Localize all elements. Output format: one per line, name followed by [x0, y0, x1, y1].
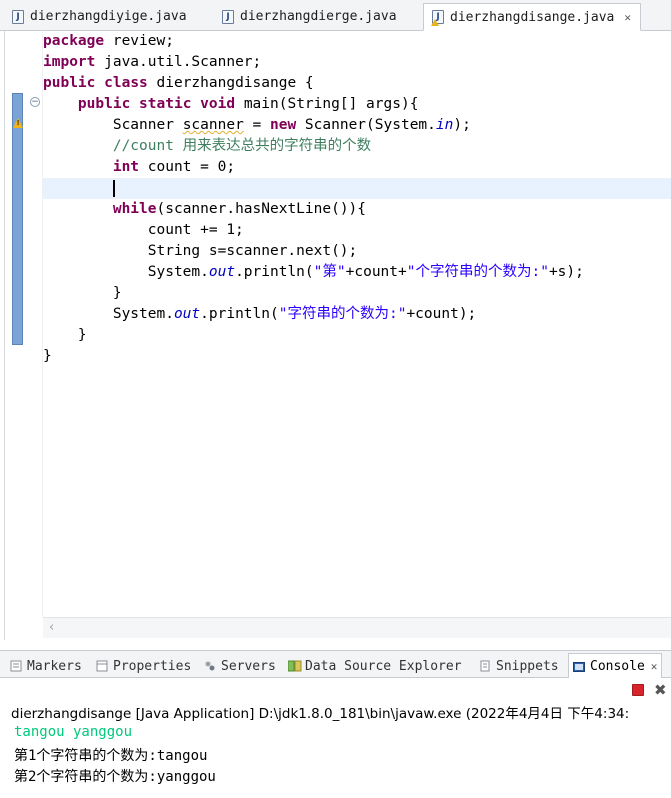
code-line-11: String s=scanner.next(); [43, 243, 358, 259]
views-tab-bar: Markers Properties Servers Data Source E… [0, 650, 671, 679]
code-line-9: while(scanner.hasNextLine()){ [112, 201, 367, 217]
code-line-10: count += 1; [43, 222, 244, 238]
tab-console-label: Console [590, 659, 645, 674]
warning-marker-icon[interactable] [13, 118, 23, 128]
code-line-3: public class dierzhangdisange { [43, 75, 314, 91]
horizontal-scrollbar[interactable]: ‹ [43, 617, 671, 638]
tab-label: dierzhangdiyige.java [30, 9, 187, 24]
properties-icon [96, 660, 108, 672]
code-line-1: package review; [43, 33, 174, 49]
close-icon[interactable]: ✕ [651, 660, 658, 673]
tab-markers[interactable]: Markers [10, 655, 82, 677]
tab-dierzhangdiyige[interactable]: J dierzhangdiyige.java [4, 3, 187, 30]
code-text[interactable]: package review; import java.util.Scanner… [43, 31, 671, 617]
tab-servers-label: Servers [221, 658, 276, 674]
tab-dierzhangdierge[interactable]: J dierzhangdierge.java [214, 3, 397, 30]
editor-tab-bar: J dierzhangdiyige.java J dierzhangdierge… [0, 0, 671, 31]
tab-snippets[interactable]: Snippets [479, 655, 559, 677]
console-launch-header: dierzhangdisange [Java Application] D:\j… [11, 706, 630, 722]
code-line-6: //count 用来表达总共的字符串的个数 [112, 138, 372, 154]
console-icon [573, 661, 585, 673]
code-line-2: import java.util.Scanner; [43, 54, 262, 70]
tab-console[interactable]: Console ✕ [568, 653, 663, 679]
console-panel[interactable]: ✖ dierzhangdisange [Java Application] D:… [0, 678, 671, 798]
tab-properties[interactable]: Properties [96, 655, 191, 677]
tab-markers-label: Markers [27, 658, 82, 674]
tab-snippets-label: Snippets [496, 658, 559, 674]
data-source-icon [287, 660, 302, 672]
terminate-button[interactable] [632, 684, 644, 696]
unused-resource-warning: scanner [182, 117, 244, 133]
java-file-warning-icon: J [431, 10, 444, 26]
code-line-14: System.out.println("字符串的个数为:"+count); [112, 306, 477, 322]
tab-data-source-label: Data Source Explorer [305, 658, 462, 674]
code-line-13: } [43, 285, 122, 301]
markers-icon [10, 660, 22, 672]
tab-dierzhangdisange[interactable]: J dierzhangdisange.java ✕ [423, 3, 641, 31]
code-line-12: System.out.println("第"+count+"个字符串的个数为:"… [147, 264, 584, 280]
console-output-line: 第1个字符串的个数为:tangou [14, 748, 208, 764]
code-line-15: } [43, 327, 87, 343]
snippets-icon [479, 660, 491, 672]
fold-collapse-icon[interactable]: − [30, 97, 40, 107]
tab-label: dierzhangdierge.java [240, 9, 397, 24]
code-line-4: public static void main(String[] args){ [77, 96, 419, 112]
code-line-8-current [43, 178, 671, 199]
scroll-left-icon[interactable]: ‹ [49, 620, 54, 635]
console-input-line: tangou yanggou [14, 724, 133, 740]
tab-label: dierzhangdisange.java [450, 9, 615, 25]
remove-launch-icon[interactable]: ✖ [654, 681, 667, 699]
change-indicator-bar [12, 93, 23, 345]
close-icon[interactable]: ✕ [624, 11, 631, 24]
tab-properties-label: Properties [113, 658, 192, 674]
eclipse-window: J dierzhangdiyige.java J dierzhangdierge… [0, 0, 671, 798]
code-line-16: } [43, 348, 52, 364]
servers-icon [204, 660, 216, 672]
code-line-7: int count = 0; [112, 159, 236, 175]
tab-servers[interactable]: Servers [204, 655, 276, 677]
code-line-5: Scanner scanner = new Scanner(System.in)… [112, 117, 471, 133]
java-file-icon: J [222, 9, 234, 24]
text-caret [112, 179, 115, 197]
tab-data-source-explorer[interactable]: Data Source Explorer [287, 655, 462, 677]
java-file-icon: J [12, 9, 24, 24]
code-editor[interactable]: − package review; import java.util.Scann… [4, 31, 671, 640]
console-output-line: 第2个字符串的个数为:yanggou [14, 769, 216, 785]
editor-gutter: − [5, 31, 43, 617]
